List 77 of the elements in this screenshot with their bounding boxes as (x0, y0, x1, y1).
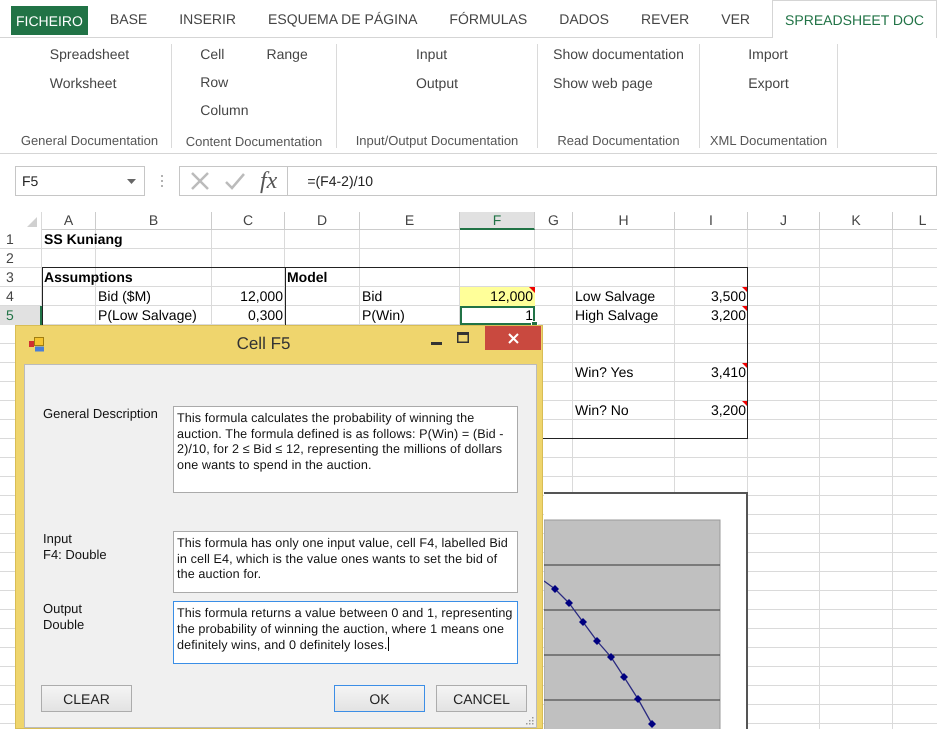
ribbon-button[interactable]: Spreadsheet (50, 44, 130, 73)
table-cell-text: P(Win) (361, 306, 406, 324)
column-header[interactable]: I (675, 212, 748, 230)
ribbon-tab[interactable]: FÓRMULAS (439, 0, 538, 37)
dialog-button[interactable]: OK (334, 685, 425, 712)
column-header[interactable]: F (460, 212, 535, 230)
column-header[interactable]: J (748, 212, 820, 230)
formula-field[interactable]: =(F4-2)/10 (288, 166, 937, 196)
table-cell: 12,000 (460, 287, 535, 306)
insert-function-button[interactable]: fx (260, 167, 278, 195)
ribbon-tab[interactable]: INSERIR (169, 0, 246, 37)
group-label: Content Documentation (186, 134, 322, 149)
cell-reference: F5 (22, 173, 38, 189)
table-cell-text: Low Salvage (574, 287, 656, 305)
table-cell-text: 3,500 (710, 287, 747, 305)
row-header[interactable]: 2 (0, 249, 42, 268)
ribbon-tab[interactable]: VER (711, 0, 760, 37)
group-label: General Documentation (20, 133, 158, 148)
field-label: Input (43, 531, 73, 547)
table-cell-text: Model (286, 268, 328, 286)
ribbon-button[interactable]: Row (200, 72, 228, 100)
text-area[interactable]: This formula returns a value between 0 and 1, representing the probability of winning the auction, where 1 means one definitely wins, and 0 definitely loses. (173, 601, 518, 664)
ribbon-button[interactable]: Show documentation (553, 44, 684, 73)
column-header[interactable]: B (96, 212, 212, 230)
column-header[interactable]: A (42, 212, 96, 230)
file-tab[interactable]: FICHEIRO (11, 6, 88, 35)
ribbon-button[interactable]: Import (748, 44, 788, 73)
ribbon-button[interactable]: Cell (200, 44, 224, 72)
ribbon-tab[interactable]: SPREADSHEET DOC (772, 0, 937, 38)
field-type: F4: Double (43, 547, 108, 563)
column-header[interactable]: K (820, 212, 893, 230)
ribbon-button[interactable]: Range (266, 44, 308, 73)
table-cell-text: SS Kuniang (43, 230, 124, 248)
ribbon-tab[interactable]: BASE (100, 0, 158, 37)
ribbon-button[interactable]: Column (200, 100, 248, 128)
dialog-button[interactable]: CANCEL (436, 685, 527, 712)
column-header[interactable]: D (285, 212, 360, 230)
ribbon-button[interactable]: Input (416, 44, 448, 73)
column-header[interactable]: L (893, 212, 937, 230)
field-type: Double (43, 617, 86, 633)
group-label: Input/Output Documentation (356, 133, 518, 148)
table-cell-text: Bid (361, 287, 384, 305)
ribbon-button[interactable]: Worksheet (50, 73, 116, 102)
table-cell-text: Win? No (574, 401, 630, 419)
column-header[interactable]: G (535, 212, 573, 230)
name-box[interactable]: F5 (15, 166, 145, 196)
window-title: Cell F5 (236, 334, 292, 354)
row-header[interactable]: 3 (0, 268, 42, 287)
ribbon-button[interactable]: Output (416, 73, 458, 102)
ribbon-tab[interactable]: DADOS (549, 0, 620, 37)
row-header[interactable]: 5 (0, 306, 42, 325)
table-cell-text: P(Low Salvage) (97, 306, 198, 324)
row-header[interactable]: 1 (0, 230, 42, 249)
table-cell-text: High Salvage (574, 306, 660, 324)
group-label: Read Documentation (557, 133, 680, 148)
column-header[interactable]: C (212, 212, 285, 230)
field-label: General Description (43, 406, 159, 422)
ribbon-button[interactable]: Export (748, 73, 789, 102)
table-cell-text: Assumptions (43, 268, 134, 286)
ribbon-button[interactable]: Show web page (553, 73, 653, 102)
group-label: XML Documentation (710, 133, 828, 148)
table-cell-text: Win? Yes (574, 363, 634, 381)
row-header[interactable]: 4 (0, 287, 42, 306)
table-cell-text: 12,000 (239, 287, 284, 305)
ribbon-tab[interactable]: ESQUEMA DE PÁGINA (258, 0, 428, 37)
table-cell-text: Bid ($M) (97, 287, 152, 305)
table-cell-text: 3,410 (710, 363, 747, 381)
field-label: Output (43, 601, 84, 617)
table-cell: 1 (460, 306, 535, 325)
text-area[interactable]: This formula has only one input value, cell F4, labelled Bid in cell E4, which is the value ones wants to set the bid of the auction for. (173, 531, 518, 593)
table-cell-text: 3,200 (710, 401, 747, 419)
dialog-button[interactable]: CLEAR (41, 685, 132, 712)
table-cell-text: 0,300 (246, 306, 284, 324)
ribbon-tab[interactable]: REVER (631, 0, 700, 37)
column-header[interactable]: H (573, 212, 675, 230)
table-cell-text: 3,200 (710, 306, 747, 324)
text-area[interactable]: This formula calculates the probability of winning the auction. The formula defined is as follows: P(Win) = (Bid - 2)/10, for 2 ≤ Bid ≤ 12, representing the millions of dollars one wants to spend in the auction. (173, 406, 518, 493)
